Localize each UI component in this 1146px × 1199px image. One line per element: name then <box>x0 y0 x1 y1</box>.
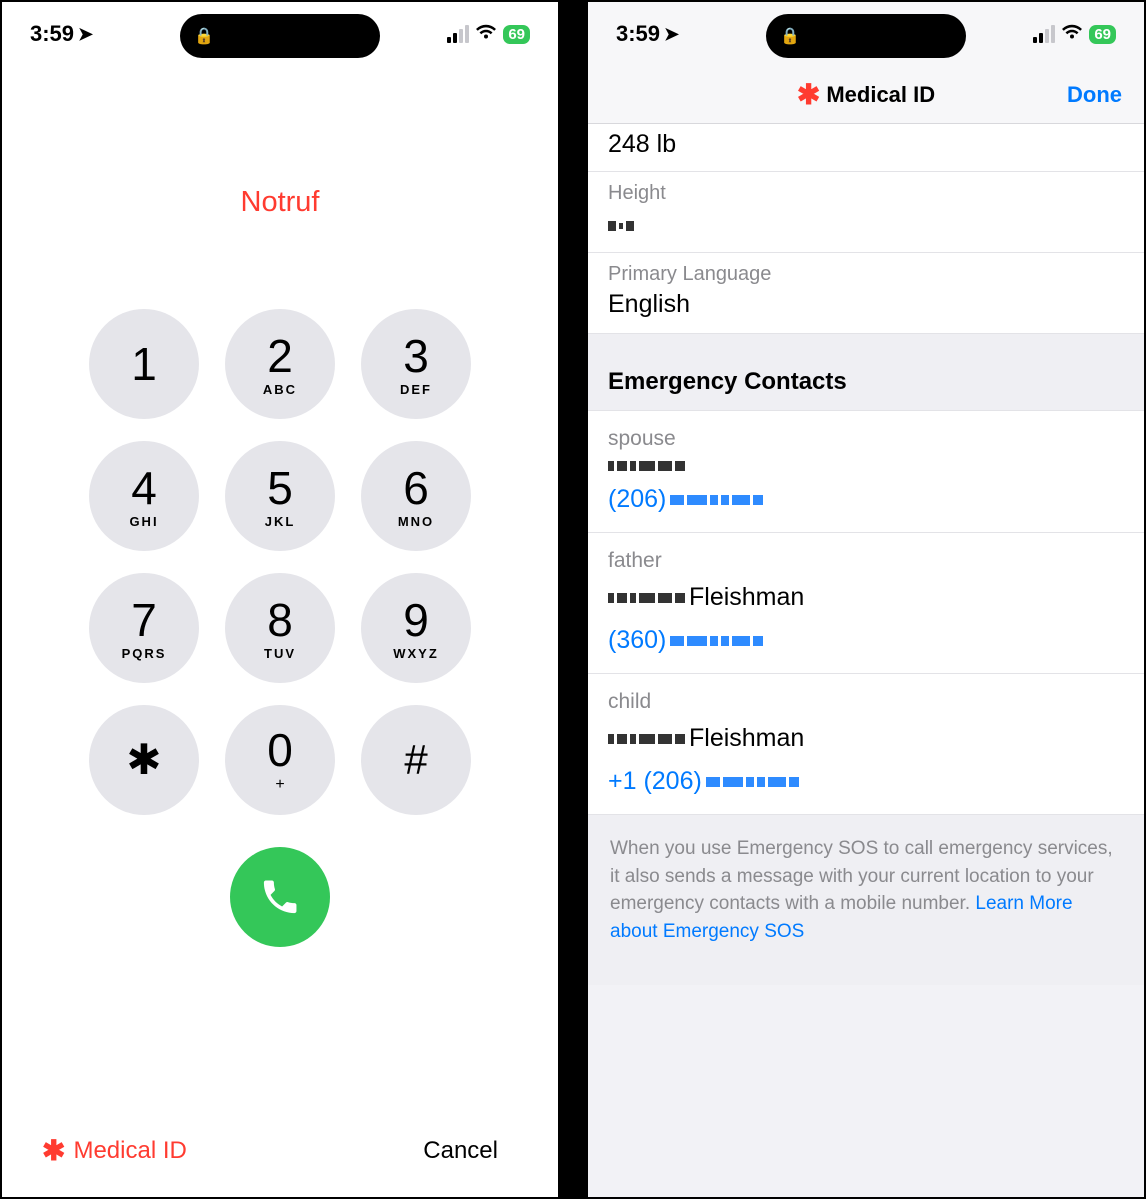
emergency-contacts-header: Emergency Contacts <box>588 333 1144 411</box>
lock-icon: 🔒 <box>194 26 214 46</box>
call-button[interactable] <box>230 847 330 947</box>
keypad-key-0[interactable]: 0+ <box>225 705 335 815</box>
emergency-contact: father Fleishman (360) <box>588 533 1144 674</box>
cancel-button[interactable]: Cancel <box>423 1137 498 1165</box>
status-time: 3:59 <box>616 21 660 47</box>
nav-bar: ✱ Medical ID Done <box>588 66 1144 124</box>
keypad-key-4[interactable]: 4GHI <box>89 441 199 551</box>
phone-emergency-dialer: 3:59 ➤ 🔒 69 Notruf 12ABC3DEF 4GHI5JKL6MNO… <box>2 2 573 1197</box>
keypad-key-9[interactable]: 9WXYZ <box>361 573 471 683</box>
lock-icon: 🔒 <box>780 26 800 46</box>
medical-id-content[interactable]: 248 lb Height Primary Language English E… <box>588 124 1144 985</box>
redacted-text <box>670 495 763 505</box>
status-bar: 3:59 ➤ 🔒 69 <box>2 2 558 66</box>
contact-name: Fleishman <box>608 724 1124 753</box>
contact-relationship: father <box>608 549 1124 573</box>
height-row: Height <box>588 172 1144 253</box>
medical-id-label: Medical ID <box>73 1137 186 1165</box>
location-icon: ➤ <box>78 24 93 45</box>
height-value <box>608 209 1124 238</box>
contact-phone[interactable]: (206) <box>608 485 1124 514</box>
keypad-key-8[interactable]: 8TUV <box>225 573 335 683</box>
keypad-key-1[interactable]: 1 <box>89 309 199 419</box>
emergency-contact: spouse (206) <box>588 411 1144 533</box>
redacted-text <box>670 636 763 646</box>
done-button[interactable]: Done <box>1067 82 1122 108</box>
weight-row: 248 lb <box>588 124 1144 172</box>
battery-icon: 69 <box>503 25 530 44</box>
nav-title-text: Medical ID <box>826 82 935 108</box>
keypad-key-5[interactable]: 5JKL <box>225 441 335 551</box>
contact-name <box>608 461 1124 471</box>
language-label: Primary Language <box>608 263 1124 286</box>
contact-phone[interactable]: (360) <box>608 626 1124 655</box>
contact-name: Fleishman <box>608 583 1124 612</box>
status-time: 3:59 <box>30 21 74 47</box>
keypad-key-✱[interactable]: ✱ <box>89 705 199 815</box>
redacted-text <box>608 461 685 471</box>
battery-icon: 69 <box>1089 25 1116 44</box>
wifi-icon <box>1061 23 1083 46</box>
medical-asterisk-icon: ✱ <box>797 78 820 111</box>
medical-id-button[interactable]: ✱ Medical ID <box>42 1134 187 1167</box>
contact-relationship: spouse <box>608 427 1124 451</box>
cellular-icon <box>447 25 469 43</box>
redacted-text <box>608 734 685 744</box>
keypad-key-#[interactable]: # <box>361 705 471 815</box>
medical-asterisk-icon: ✱ <box>42 1134 65 1167</box>
language-value: English <box>608 290 1124 319</box>
keypad-key-3[interactable]: 3DEF <box>361 309 471 419</box>
weight-value: 248 lb <box>608 130 676 158</box>
emergency-contact: child Fleishman +1 (206) <box>588 674 1144 815</box>
contact-phone[interactable]: +1 (206) <box>608 767 1124 796</box>
dynamic-island: 🔒 <box>766 14 966 58</box>
language-row: Primary Language English <box>588 253 1144 333</box>
location-icon: ➤ <box>664 24 679 45</box>
cellular-icon <box>1033 25 1055 43</box>
redacted-text <box>608 593 685 603</box>
keypad-key-6[interactable]: 6MNO <box>361 441 471 551</box>
dynamic-island: 🔒 <box>180 14 380 58</box>
wifi-icon <box>475 23 497 46</box>
keypad-key-2[interactable]: 2ABC <box>225 309 335 419</box>
emergency-call-title: Notruf <box>2 186 558 219</box>
keypad-key-7[interactable]: 7PQRS <box>89 573 199 683</box>
phone-medical-id: 3:59 ➤ 🔒 69 ✱ Medical ID Done 248 lb Hei… <box>573 2 1144 1197</box>
contact-relationship: child <box>608 690 1124 714</box>
sos-footer: When you use Emergency SOS to call emerg… <box>588 815 1144 985</box>
status-bar: 3:59 ➤ 🔒 69 <box>588 2 1144 66</box>
redacted-text <box>706 777 799 787</box>
keypad: 12ABC3DEF 4GHI5JKL6MNO 7PQRS8TUV9WXYZ ✱0+# <box>2 309 558 815</box>
redacted-text <box>608 221 634 231</box>
nav-title: ✱ Medical ID <box>797 78 935 111</box>
height-label: Height <box>608 182 1124 205</box>
